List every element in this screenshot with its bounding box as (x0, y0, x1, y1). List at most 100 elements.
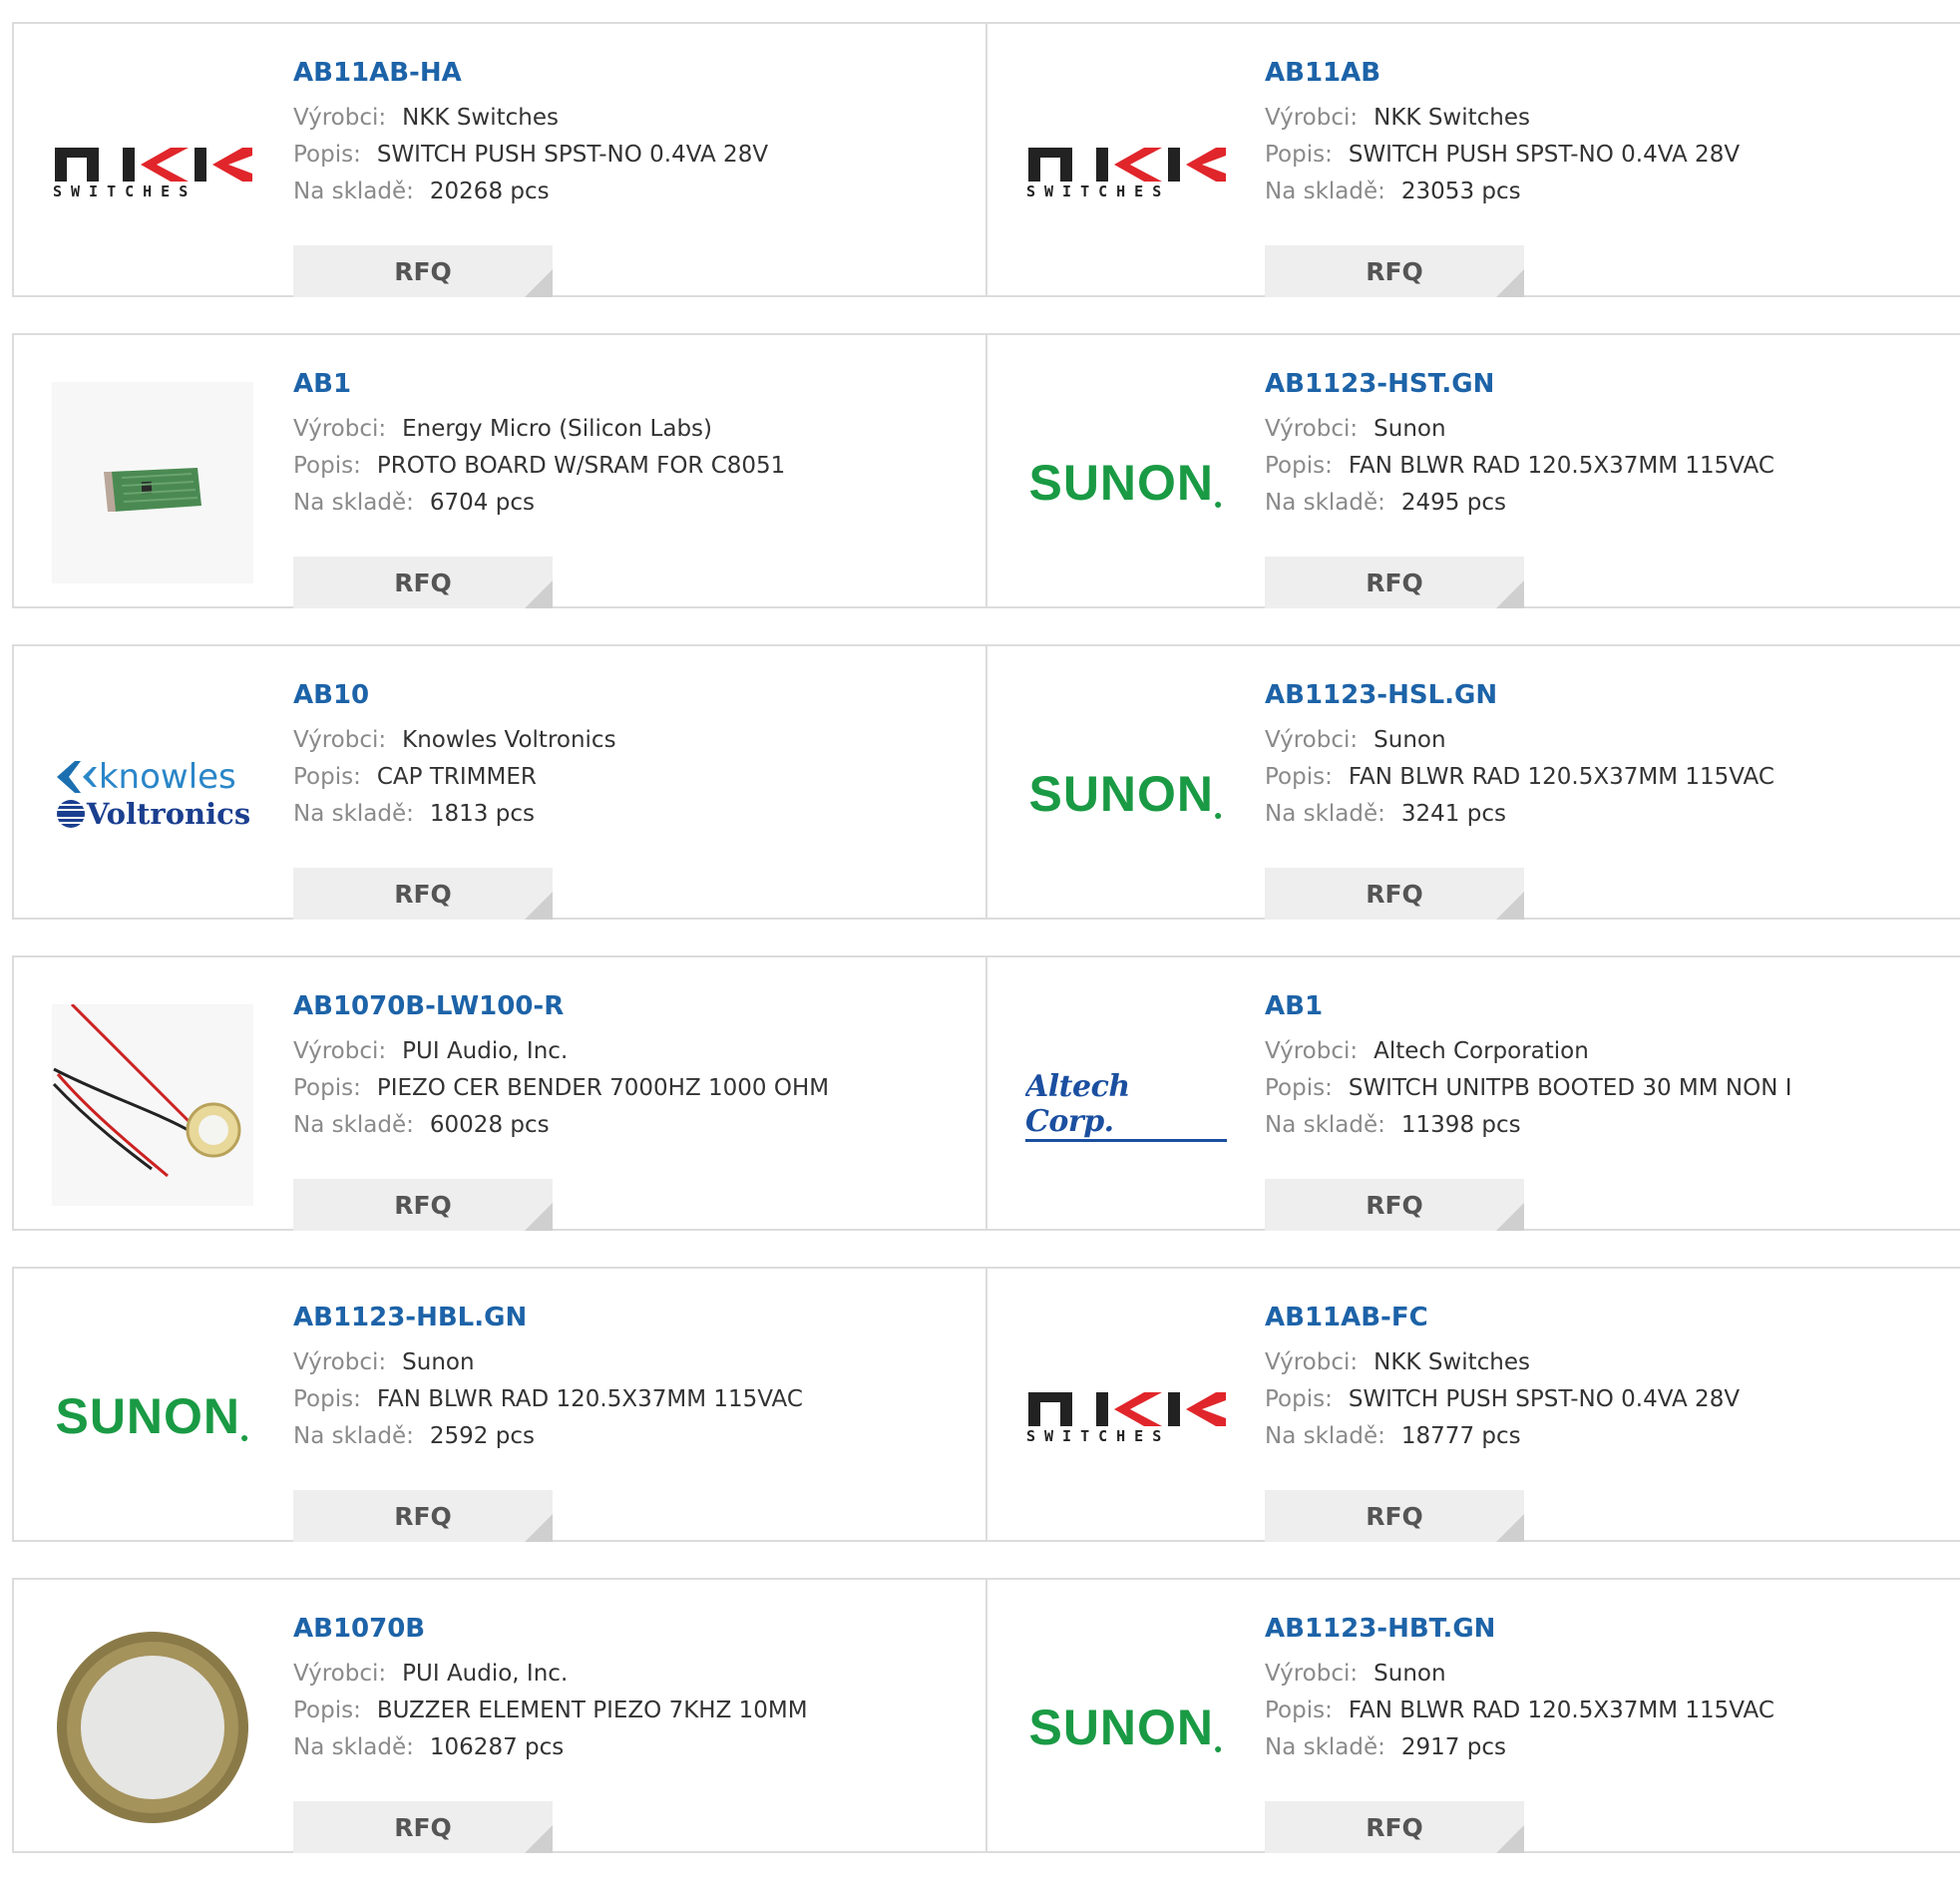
nkk-switches-logo: SWITCHES (1026, 144, 1226, 199)
part-number-link[interactable]: AB1123-HBT.GN (1265, 1612, 1774, 1646)
manufacturer-label: Výrobci: (293, 105, 387, 131)
stock-value: 60028 pcs (429, 1112, 550, 1138)
description-line: Popis: CAP TRIMMER (293, 759, 616, 796)
rfq-button[interactable]: RFQ (293, 1490, 553, 1542)
nkk-mark-icon (1028, 1392, 1226, 1426)
part-number-link[interactable]: AB11AB (1265, 56, 1740, 90)
description-label: Popis: (1265, 764, 1333, 790)
knowles-chevron-icon (56, 761, 97, 793)
rfq-button[interactable]: RFQ (293, 245, 553, 297)
description-line: Popis: SWITCH PUSH SPST-NO 0.4VA 28V (1265, 1381, 1740, 1418)
rfq-button[interactable]: RFQ (1265, 1490, 1524, 1542)
manufacturer-label: Výrobci: (1265, 1349, 1359, 1375)
rfq-button[interactable]: RFQ (293, 1801, 553, 1853)
rfq-button[interactable]: RFQ (1265, 868, 1524, 920)
description-value: SWITCH PUSH SPST-NO 0.4VA 28V (376, 142, 769, 168)
rfq-button[interactable]: RFQ (1265, 1801, 1524, 1853)
stock-label: Na skladě: (293, 1734, 414, 1760)
rfq-button-label: RFQ (394, 879, 452, 909)
product-row: AB1 Výrobci: Energy Micro (Silicon Labs) … (12, 333, 1960, 608)
part-number-link[interactable]: AB11AB-HA (293, 56, 768, 90)
svg-text:SWITCHES: SWITCHES (1026, 184, 1170, 199)
description-label: Popis: (293, 1075, 361, 1101)
manufacturer-line: Výrobci: Sunon (293, 1344, 803, 1381)
rfq-button-label: RFQ (1366, 1501, 1423, 1531)
product-info: AB1123-HBT.GN Výrobci: Sunon Popis: FAN BL… (1265, 1612, 1774, 1853)
product-card: AB1 Výrobci: Energy Micro (Silicon Labs) … (12, 335, 987, 608)
corner-triangle-icon (525, 892, 553, 920)
product-card: SUNON● AB1123-HSL.GN Výrobci: Sunon Popis… (987, 646, 1960, 920)
stock-line: Na skladě: 106287 pcs (293, 1729, 808, 1766)
manufacturer-logo (52, 382, 253, 583)
corner-triangle-icon (525, 1514, 553, 1542)
description-line: Popis: SWITCH PUSH SPST-NO 0.4VA 28V (1265, 137, 1740, 174)
manufacturer-label: Výrobci: (293, 1661, 387, 1687)
manufacturer-line: Výrobci: NKK Switches (1265, 100, 1740, 137)
product-info: AB11AB-HA Výrobci: NKK Switches Popis: SWI… (293, 56, 769, 297)
part-number-link[interactable]: AB1123-HST.GN (1265, 367, 1774, 401)
stock-value: 23053 pcs (1400, 179, 1521, 204)
rfq-button[interactable]: RFQ (1265, 245, 1524, 297)
manufacturer-label: Výrobci: (293, 1349, 387, 1375)
manufacturer-value: Sunon (1373, 727, 1446, 753)
stock-value: 2592 pcs (429, 1423, 535, 1449)
switches-wordmark-icon: SWITCHES (1026, 1428, 1161, 1444)
description-value: CAP TRIMMER (376, 764, 537, 790)
proto-board-image (52, 382, 253, 583)
part-number-link[interactable]: AB1123-HBL.GN (293, 1301, 803, 1334)
stock-line: Na skladě: 60028 pcs (293, 1107, 829, 1144)
rfq-button[interactable]: RFQ (1265, 1179, 1524, 1231)
manufacturer-value: PUI Audio, Inc. (402, 1038, 569, 1064)
manufacturer-line: Výrobci: NKK Switches (293, 100, 768, 137)
description-line: Popis: PIEZO CER BENDER 7000HZ 1000 OHM (293, 1070, 829, 1107)
description-value: PIEZO CER BENDER 7000HZ 1000 OHM (376, 1075, 830, 1101)
stock-label: Na skladě: (1265, 1423, 1385, 1449)
part-number-link[interactable]: AB1070B (293, 1612, 808, 1646)
stock-value: 20268 pcs (429, 179, 550, 204)
manufacturer-value: Sunon (1373, 1661, 1446, 1687)
manufacturer-line: Výrobci: Sunon (1265, 1656, 1774, 1693)
description-value: FAN BLWR RAD 120.5X37MM 115VAC (1348, 1698, 1774, 1723)
rfq-button[interactable]: RFQ (293, 1179, 553, 1231)
corner-triangle-icon (525, 580, 553, 608)
part-number-link[interactable]: AB1 (1265, 989, 1792, 1023)
stock-label: Na skladě: (293, 801, 414, 827)
stock-label: Na skladě: (1265, 1112, 1385, 1138)
description-value: FAN BLWR RAD 120.5X37MM 115VAC (376, 1386, 803, 1412)
corner-triangle-icon (525, 1825, 553, 1853)
manufacturer-line: Výrobci: PUI Audio, Inc. (293, 1656, 808, 1693)
stock-line: Na skladě: 23053 pcs (1265, 174, 1740, 210)
stock-value: 11398 pcs (1400, 1112, 1521, 1138)
manufacturer-label: Výrobci: (1265, 1038, 1359, 1064)
rfq-button-label: RFQ (394, 1190, 452, 1220)
corner-triangle-icon (1496, 1825, 1524, 1853)
product-card: AB1070B Výrobci: PUI Audio, Inc. Popis: BU… (12, 1580, 987, 1853)
manufacturer-logo: SUNON● (52, 1316, 253, 1517)
part-number-link[interactable]: AB1070B-LW100-R (293, 989, 829, 1023)
stock-value: 6704 pcs (429, 490, 535, 516)
part-number-link[interactable]: AB1123-HSL.GN (1265, 678, 1774, 712)
stock-line: Na skladě: 2495 pcs (1265, 485, 1774, 522)
product-card: SUNON● AB1123-HBT.GN Výrobci: Sunon Popis… (987, 1580, 1960, 1853)
manufacturer-label: Výrobci: (293, 416, 387, 442)
description-value: BUZZER ELEMENT PIEZO 7KHZ 10MM (376, 1698, 808, 1723)
rfq-button[interactable]: RFQ (293, 868, 553, 920)
stock-label: Na skladě: (293, 490, 414, 516)
part-number-link[interactable]: AB10 (293, 678, 616, 712)
stock-value: 18777 pcs (1400, 1423, 1521, 1449)
rfq-button[interactable]: RFQ (1265, 557, 1524, 608)
part-number-link[interactable]: AB11AB-FC (1265, 1301, 1740, 1334)
piezo-disc-image (57, 1632, 248, 1823)
piezo-wire-image (52, 1004, 253, 1206)
rfq-button-label: RFQ (394, 1501, 452, 1531)
stock-value: 106287 pcs (429, 1734, 565, 1760)
manufacturer-logo: Altech Corp. (1025, 1004, 1227, 1206)
product-info: AB1 Výrobci: Energy Micro (Silicon Labs) … (293, 367, 785, 608)
manufacturer-label: Výrobci: (293, 727, 387, 753)
part-number-link[interactable]: AB1 (293, 367, 785, 401)
rfq-button[interactable]: RFQ (293, 557, 553, 608)
rfq-button-label: RFQ (1366, 1812, 1423, 1842)
product-card: SUNON● AB1123-HST.GN Výrobci: Sunon Popis… (987, 335, 1960, 608)
stock-line: Na skladě: 20268 pcs (293, 174, 768, 210)
manufacturer-line: Výrobci: Sunon (1265, 722, 1774, 759)
